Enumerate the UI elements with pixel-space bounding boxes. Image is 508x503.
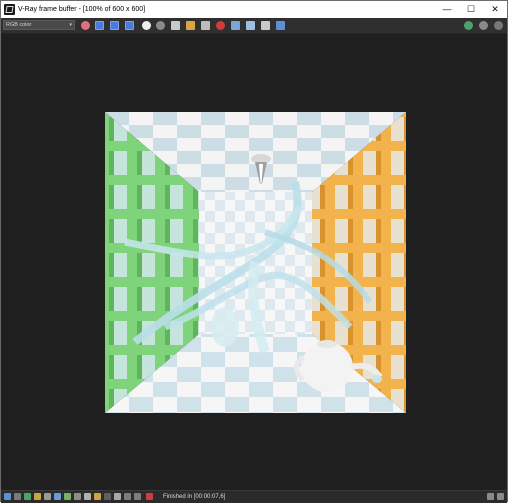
- blue-channel-button[interactable]: [125, 21, 134, 30]
- lens-effects-icon[interactable]: [84, 493, 91, 500]
- stop-render-icon[interactable]: [216, 21, 225, 30]
- render-canvas: [105, 112, 406, 413]
- exposure-icon[interactable]: [24, 493, 31, 500]
- levels-icon[interactable]: [34, 493, 41, 500]
- channel-select[interactable]: RGB color ▾: [3, 20, 75, 30]
- green-channel-button[interactable]: [110, 21, 119, 30]
- vray-frame-buffer-window: V-Ray frame buffer - [100% of 600 x 600]…: [0, 0, 508, 503]
- link-to-vfb-icon[interactable]: [261, 21, 270, 30]
- alpha-channel-icon[interactable]: [142, 21, 151, 30]
- minimize-button[interactable]: —: [435, 1, 459, 18]
- maximize-button[interactable]: ☐: [459, 1, 483, 18]
- mono-mode-icon[interactable]: [156, 21, 165, 30]
- vray-app-icon: [4, 4, 15, 15]
- save-image-icon[interactable]: [171, 21, 180, 30]
- chevron-down-icon: ▾: [69, 22, 72, 28]
- heart-icon[interactable]: [81, 21, 90, 30]
- expand-icon[interactable]: [497, 493, 504, 500]
- white-balance-icon[interactable]: [64, 493, 71, 500]
- stamp-icon[interactable]: [146, 493, 153, 500]
- pixel-info-icon[interactable]: [74, 493, 81, 500]
- rendered-image[interactable]: [105, 112, 406, 413]
- collapse-icon[interactable]: [487, 493, 494, 500]
- abc-compare-icon[interactable]: [114, 493, 121, 500]
- previous-icon[interactable]: [124, 493, 131, 500]
- next-icon[interactable]: [134, 493, 141, 500]
- toolbar: RGB color ▾: [1, 18, 507, 34]
- render-last-icon[interactable]: [276, 21, 285, 30]
- color-corrections-icon[interactable]: [464, 21, 473, 30]
- compare-icon[interactable]: [104, 493, 111, 500]
- title-bar[interactable]: V-Ray frame buffer - [100% of 600 x 600]…: [1, 1, 507, 18]
- close-button[interactable]: ✕: [483, 1, 507, 18]
- channel-select-value: RGB color: [6, 22, 32, 28]
- load-image-icon[interactable]: [186, 21, 195, 30]
- history-icon[interactable]: [4, 493, 11, 500]
- status-bar: Finished in [00:00:07,6]: [1, 490, 507, 503]
- zoom-icon[interactable]: [14, 493, 21, 500]
- display-settings-icon[interactable]: [479, 21, 488, 30]
- red-channel-button[interactable]: [95, 21, 104, 30]
- clear-image-icon[interactable]: [201, 21, 210, 30]
- lut-icon[interactable]: [54, 493, 61, 500]
- show-history-icon[interactable]: [494, 21, 503, 30]
- curve-icon[interactable]: [44, 493, 51, 500]
- window-title: V-Ray frame buffer - [100% of 600 x 600]: [18, 6, 146, 13]
- region-render-icon[interactable]: [231, 21, 240, 30]
- render-elements-icon[interactable]: [94, 493, 101, 500]
- render-status: Finished in [00:00:07,6]: [163, 494, 226, 500]
- track-mouse-icon[interactable]: [246, 21, 255, 30]
